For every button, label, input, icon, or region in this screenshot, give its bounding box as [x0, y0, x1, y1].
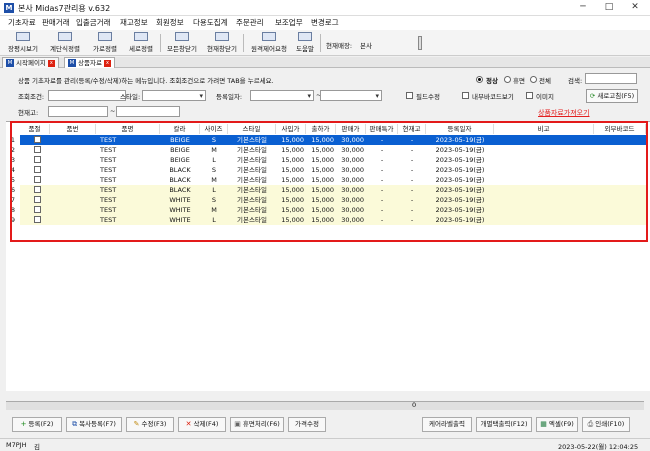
- menu-summary[interactable]: 다용도집계: [193, 17, 228, 29]
- close-all-windows-button[interactable]: 모든창닫기: [164, 31, 200, 54]
- search-input[interactable]: [585, 73, 637, 84]
- style-label: 스타일:: [120, 93, 141, 101]
- cascade-button[interactable]: 계단식정렬: [48, 31, 82, 54]
- toolbar-divider: [320, 34, 321, 52]
- action-bar: + 등록(F2) ⧉ 복사등록(F7) ✎ 수정(F3) ✕ 삭제(F4) ▣ 휴면처리(…: [0, 417, 650, 435]
- toolbar-divider: [160, 34, 161, 52]
- footer-count: 0: [412, 401, 417, 409]
- stock-to-input[interactable]: [116, 106, 180, 117]
- price-edit-button[interactable]: 가격수정: [288, 417, 326, 432]
- dormant-button[interactable]: ▣ 휴면처리(F6): [230, 417, 284, 432]
- vertical-tile-button[interactable]: 세로정렬: [126, 31, 156, 54]
- toolbar: 장평시보기 계단식정렬 가로정렬 세로정렬 모든창닫기 현재창닫기 원격제어요청…: [0, 30, 650, 56]
- grip-handle: [418, 36, 422, 50]
- edit-field-label: 필드수정: [416, 93, 440, 101]
- highlight-box: [10, 121, 648, 242]
- tab-product-data[interactable]: M 상품자료 x: [64, 57, 115, 68]
- stock-dash: ~: [110, 107, 116, 115]
- date-label: 등록일자:: [216, 93, 243, 101]
- menu-cash[interactable]: 입출금거래: [76, 17, 111, 29]
- status-dormant-label: 휴면: [513, 77, 525, 85]
- menu-order[interactable]: 주문관리: [236, 17, 264, 29]
- tab-bar: M 시작페이지 x M 상품자료 x: [0, 57, 650, 68]
- plus-icon: +: [20, 420, 27, 428]
- app-logo-icon: M: [4, 3, 14, 13]
- print-button[interactable]: ⎙ 인쇄(F10): [582, 417, 630, 432]
- style-select[interactable]: [142, 90, 206, 101]
- edit-field-checkbox[interactable]: [406, 92, 413, 99]
- status-all-label: 전체: [539, 77, 551, 85]
- app-logo-icon: M: [6, 59, 14, 67]
- cascade-icon: [58, 32, 72, 41]
- vertical-tile-icon: [134, 32, 148, 41]
- close-current-window-button[interactable]: 현재창닫기: [204, 31, 240, 54]
- close-all-icon: [175, 32, 189, 41]
- menu-changelog[interactable]: 변경로그: [311, 17, 339, 29]
- horizontal-tile-icon: [98, 32, 112, 41]
- stock-from-input[interactable]: [48, 106, 108, 117]
- import-products-link[interactable]: 상품자료가져오기: [538, 108, 590, 118]
- status-all-radio[interactable]: [530, 76, 537, 83]
- status-bar: M7PJH 김 2023-05-22(월) 12:04:25: [0, 438, 650, 451]
- minimize-button[interactable]: ─: [570, 1, 596, 14]
- menu-sales[interactable]: 판매거래: [42, 17, 70, 29]
- barcode-checkbox[interactable]: [462, 92, 469, 99]
- maximize-button[interactable]: □: [596, 1, 622, 14]
- help-icon: [298, 32, 312, 41]
- remote-icon: [262, 32, 276, 41]
- barcode-label: 내부바코드보기: [472, 93, 514, 101]
- horizontal-tile-button[interactable]: 가로정렬: [90, 31, 120, 54]
- help-button[interactable]: 도움말: [292, 31, 318, 54]
- status-normal-label: 정상: [486, 77, 498, 85]
- trash-icon: ▣: [234, 420, 241, 428]
- close-window-icon: [215, 32, 229, 41]
- search-label: 검색:: [568, 77, 583, 85]
- store-value: 본사: [360, 42, 372, 50]
- menu-bar: 기초자료 판매거래 입출금거래 재고정보 회원정보 다용도집계 주문관리 보조업…: [0, 16, 650, 30]
- status-normal-radio[interactable]: [476, 76, 483, 83]
- image-label: 이미지: [536, 93, 554, 101]
- grid-footer: [6, 401, 644, 410]
- window-title: 본사 Midas7관리용 v.632: [18, 4, 111, 13]
- close-tab-icon[interactable]: x: [47, 59, 55, 67]
- close-tab-icon[interactable]: x: [103, 59, 111, 67]
- app-logo-icon: M: [68, 59, 76, 67]
- window-icon: [16, 32, 30, 41]
- excel-button[interactable]: ▦ 엑셀(F9): [536, 417, 578, 432]
- edit-button[interactable]: ✎ 수정(F3): [126, 417, 174, 432]
- toolbar-divider: [243, 34, 244, 52]
- status-dormant-radio[interactable]: [504, 76, 511, 83]
- tag-print-button[interactable]: 개별택출력(F12): [476, 417, 532, 432]
- tile-windows-button[interactable]: 장평시보기: [6, 31, 40, 54]
- tab-start-page[interactable]: M 시작페이지 x: [2, 57, 59, 68]
- delete-icon: ✕: [185, 420, 192, 428]
- close-button[interactable]: ✕: [622, 1, 648, 14]
- refresh-button[interactable]: ⟳ 새로고침(F5): [586, 89, 638, 103]
- register-button[interactable]: + 등록(F2): [12, 417, 62, 432]
- stock-label: 현재고:: [18, 109, 39, 117]
- condition-label: 조회조건:: [18, 93, 45, 101]
- remote-control-button[interactable]: 원격제어요청: [248, 31, 290, 54]
- title-bar: M 본사 Midas7관리용 v.632 ─ □ ✕: [0, 0, 650, 16]
- menu-basic-data[interactable]: 기초자료: [8, 17, 36, 29]
- status-user: M7PJH: [6, 441, 27, 449]
- store-label: 현재매장:: [326, 42, 353, 50]
- copy-icon: ⧉: [72, 420, 78, 428]
- menu-member[interactable]: 회원정보: [156, 17, 184, 29]
- care-label-button[interactable]: 케어라벨출력: [422, 417, 472, 432]
- condition-input[interactable]: [48, 90, 126, 101]
- form-description: 상품 기초자료를 관리(등록/수정/삭제)하는 메뉴입니다. 조회조건으로 가려…: [18, 77, 274, 85]
- delete-button[interactable]: ✕ 삭제(F4): [178, 417, 226, 432]
- image-checkbox[interactable]: [526, 92, 533, 99]
- date-to-select[interactable]: [320, 90, 382, 101]
- pencil-icon: ✎: [133, 420, 140, 428]
- menu-aux[interactable]: 보조업무: [275, 17, 303, 29]
- copy-register-button[interactable]: ⧉ 복사등록(F7): [66, 417, 122, 432]
- excel-icon: ▦: [540, 420, 547, 428]
- date-from-select[interactable]: [250, 90, 314, 101]
- print-icon: ⎙: [587, 420, 594, 428]
- menu-stock[interactable]: 재고정보: [120, 17, 148, 29]
